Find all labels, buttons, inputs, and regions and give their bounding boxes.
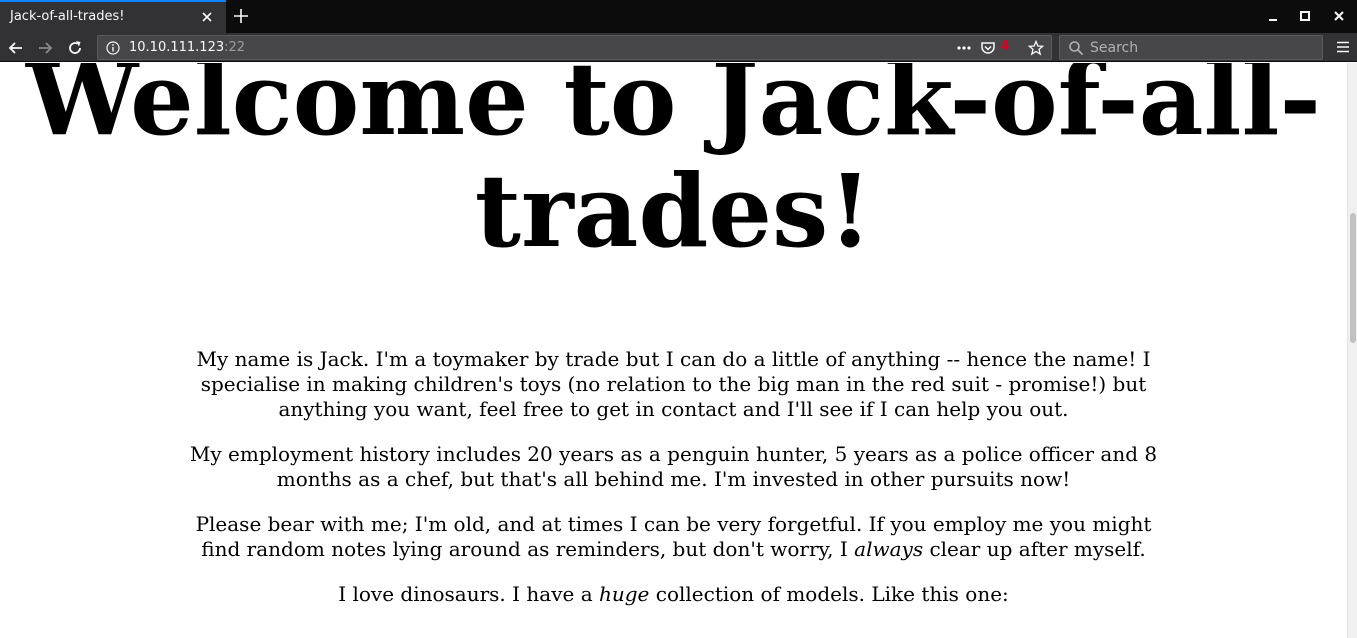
address-bar[interactable]: 10.10.111.123:22 4 bbox=[97, 35, 1052, 60]
emphasis-huge: huge bbox=[598, 582, 650, 606]
maximize-icon[interactable] bbox=[1298, 9, 1312, 23]
pocket-badge: 4 bbox=[1001, 39, 1011, 54]
active-tab[interactable]: Jack-of-all-trades! bbox=[0, 0, 226, 33]
tab-title: Jack-of-all-trades! bbox=[10, 9, 125, 24]
bookmark-star-icon[interactable] bbox=[1028, 40, 1044, 56]
close-window-icon[interactable] bbox=[1332, 9, 1346, 23]
url-text[interactable]: 10.10.111.123:22 bbox=[129, 40, 245, 55]
forward-arrow-icon[interactable] bbox=[36, 39, 54, 57]
dinosaur-text-end: collection of models. Like this one: bbox=[649, 582, 1009, 606]
info-icon[interactable] bbox=[106, 41, 120, 55]
scrollbar-thumb[interactable] bbox=[1350, 213, 1356, 343]
pocket-icon[interactable] bbox=[980, 40, 996, 56]
url-port: :22 bbox=[224, 40, 246, 55]
vertical-scrollbar[interactable] bbox=[1347, 63, 1357, 638]
page-viewport: Welcome to Jack-of-all-trades! My name i… bbox=[0, 63, 1347, 638]
emphasis-always: always bbox=[854, 537, 924, 561]
page-content: Welcome to Jack-of-all-trades! My name i… bbox=[0, 63, 1347, 607]
reload-icon[interactable] bbox=[66, 39, 84, 57]
dinosaur-text-start: I love dinosaurs. I have a bbox=[338, 582, 599, 606]
search-bar[interactable] bbox=[1059, 35, 1323, 60]
page-actions-icon[interactable] bbox=[956, 40, 972, 56]
minimize-icon[interactable] bbox=[1266, 9, 1280, 23]
navigation-bar: 10.10.111.123:22 4 bbox=[0, 33, 1357, 62]
search-input[interactable] bbox=[1090, 36, 1318, 59]
employment-paragraph: My employment history includes 20 years … bbox=[189, 442, 1158, 491]
forgetful-text-end: clear up after myself. bbox=[923, 537, 1146, 561]
dinosaur-paragraph: I love dinosaurs. I have a huge collecti… bbox=[174, 582, 1174, 607]
search-icon bbox=[1069, 41, 1084, 56]
forgetful-paragraph: Please bear with me; I'm old, and at tim… bbox=[174, 512, 1174, 562]
hamburger-menu-icon[interactable] bbox=[1335, 39, 1351, 55]
back-arrow-icon[interactable] bbox=[7, 39, 25, 57]
page-heading: Welcome to Jack-of-all-trades! bbox=[26, 63, 1321, 270]
new-tab-icon[interactable] bbox=[231, 6, 251, 26]
tab-bar: Jack-of-all-trades! bbox=[0, 0, 1357, 33]
close-tab-icon[interactable] bbox=[199, 9, 215, 25]
url-host: 10.10.111.123 bbox=[129, 40, 225, 55]
intro-paragraph: My name is Jack. I'm a toymaker by trade… bbox=[196, 347, 1151, 421]
